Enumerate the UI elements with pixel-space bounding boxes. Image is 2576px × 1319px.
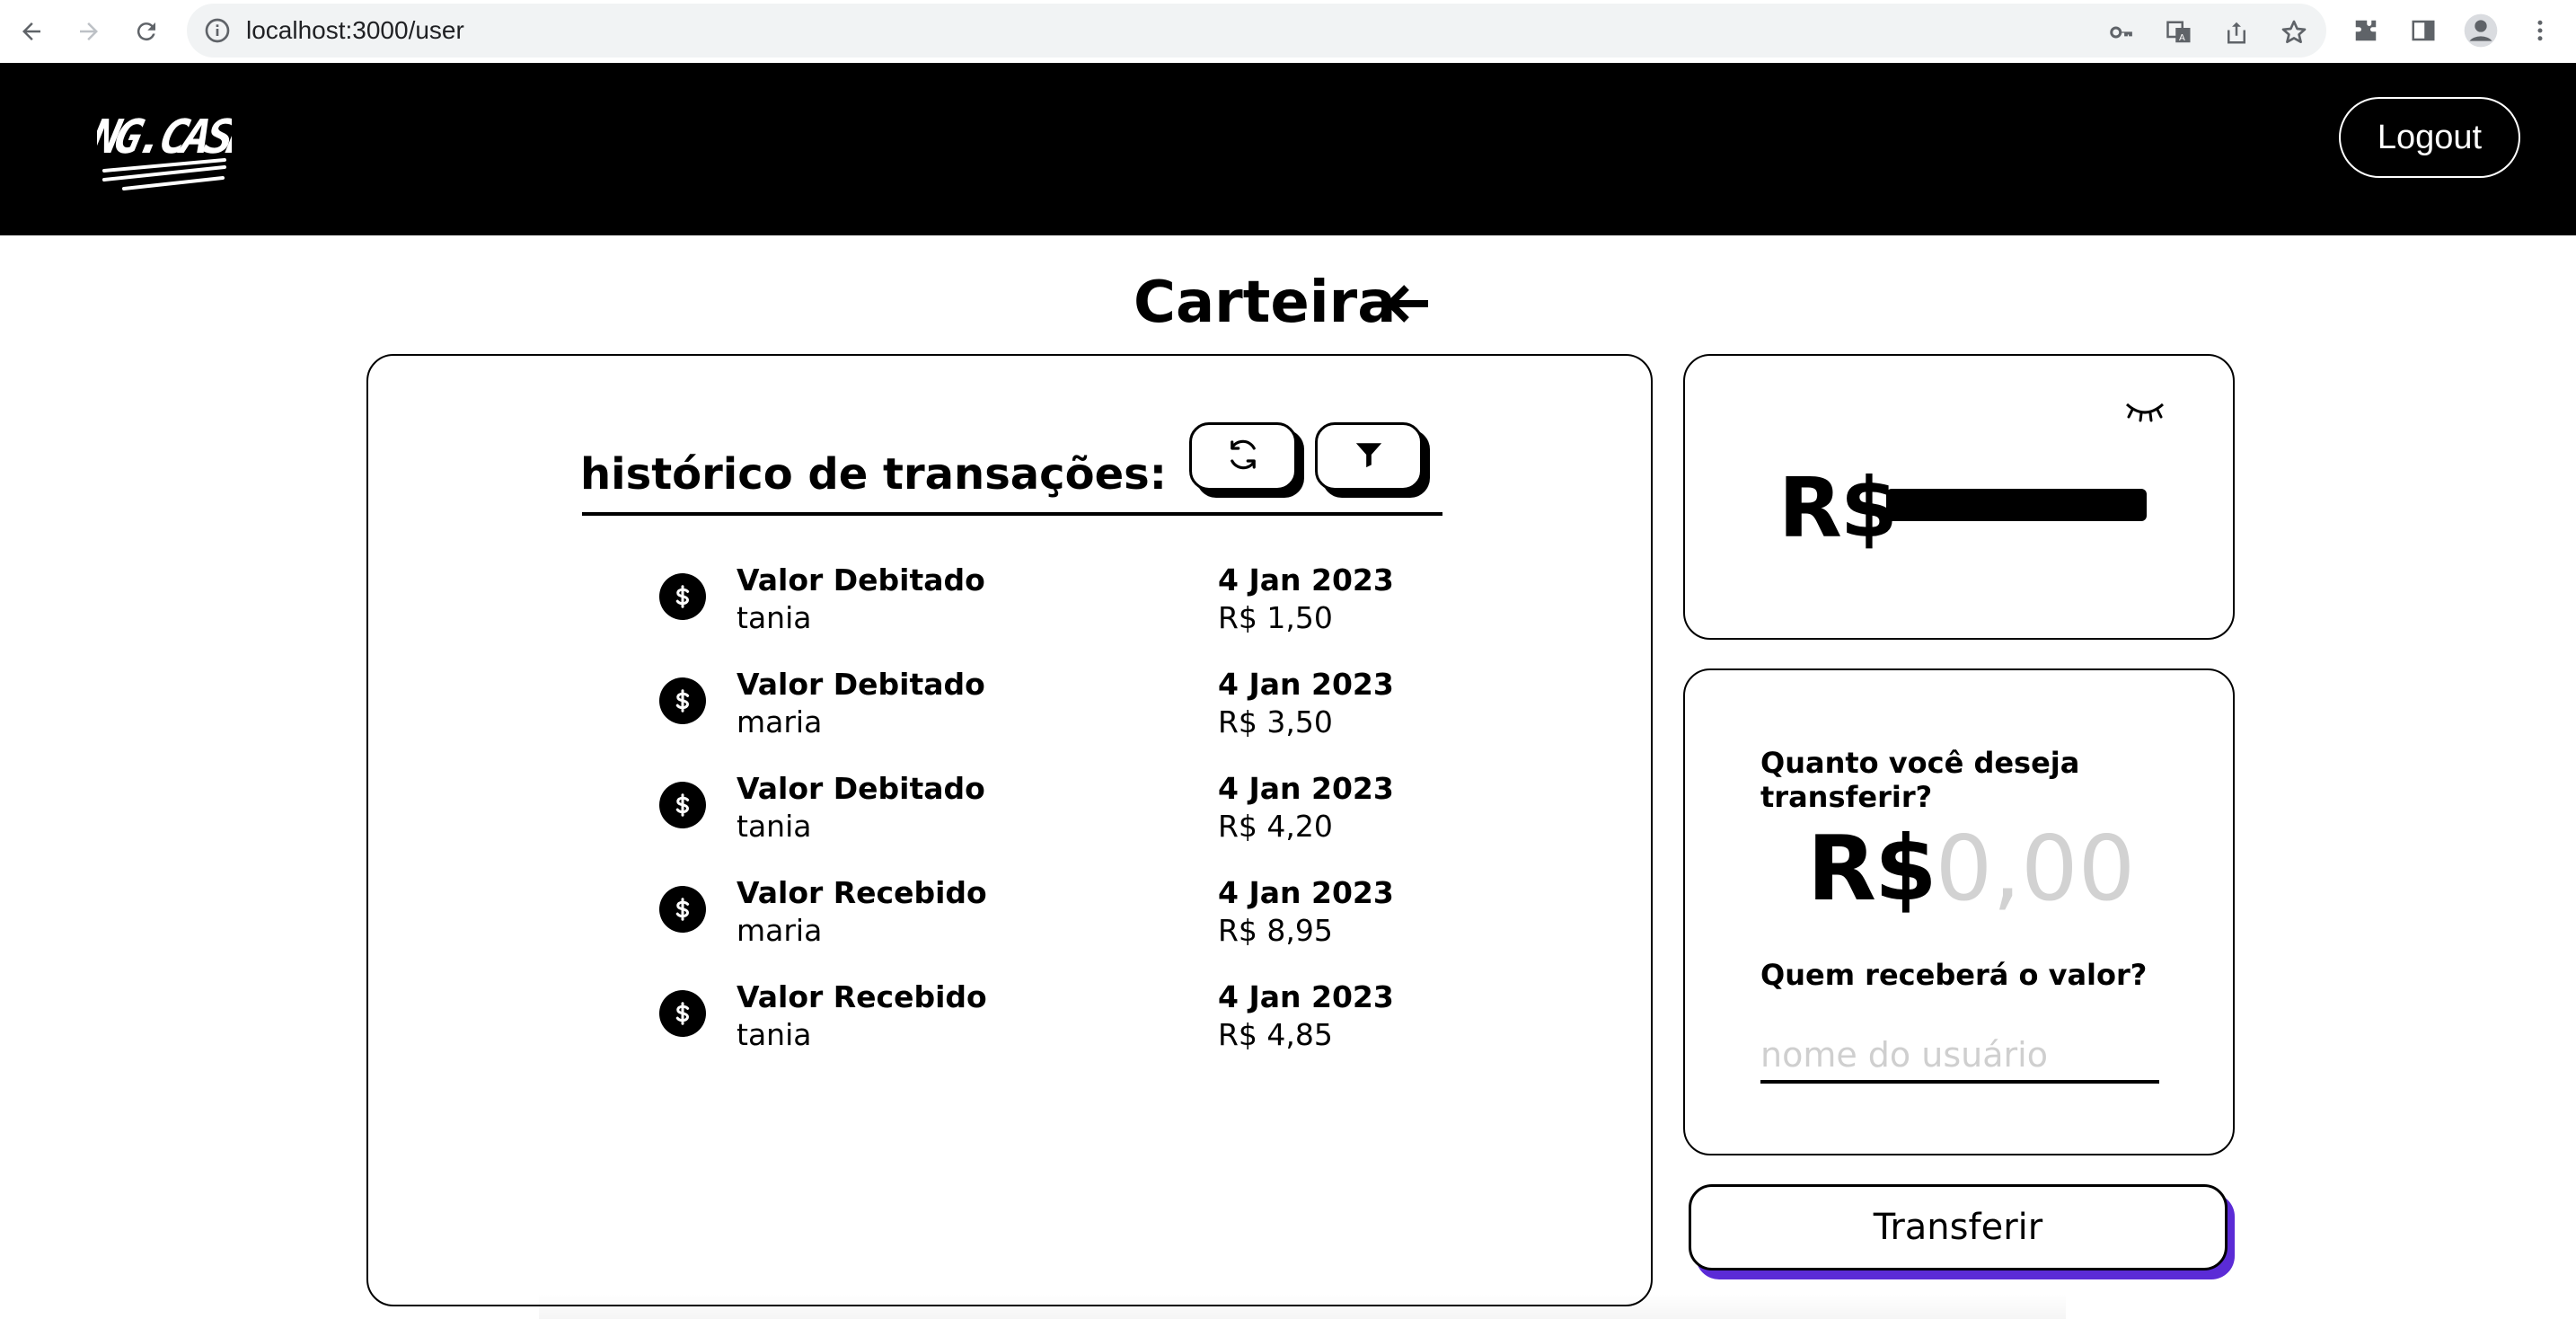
recipient-username-input[interactable] <box>1760 1030 2159 1084</box>
side-panel-icon[interactable] <box>2404 11 2443 50</box>
history-divider <box>582 512 1442 516</box>
transaction-type: Valor Recebido <box>737 875 987 910</box>
ngcash-logo[interactable]: NG.CASH <box>85 88 262 205</box>
extensions-puzzle-icon[interactable] <box>2346 11 2386 50</box>
transaction-user: tania <box>737 809 812 844</box>
transaction-amount: R$ 8,95 <box>1218 913 1333 948</box>
dollar-coin-icon <box>659 782 706 828</box>
amount-field-row: R$ <box>1807 816 2133 921</box>
transaction-user: tania <box>737 600 812 635</box>
app-header: NG.CASH Logout <box>0 63 2576 235</box>
dollar-coin-icon <box>659 677 706 724</box>
logout-button[interactable]: Logout <box>2339 97 2520 178</box>
share-icon[interactable] <box>2219 14 2254 50</box>
dollar-coin-icon <box>659 990 706 1037</box>
url-text: localhost:3000/user <box>246 16 464 44</box>
browser-menu-icon[interactable] <box>2520 11 2560 50</box>
bookmark-star-icon[interactable] <box>2276 14 2312 50</box>
scroll-fade <box>539 1294 2066 1319</box>
eye-closed-icon[interactable] <box>2123 397 2166 422</box>
transaction-type: Valor Debitado <box>737 562 985 598</box>
transaction-date: 4 Jan 2023 <box>1218 875 1394 910</box>
transaction-history-card: histórico de transações: Valor Debitado … <box>366 354 1653 1306</box>
balance-currency: R$ <box>1778 460 1898 556</box>
transaction-item[interactable]: Valor Debitado tania 4 Jan 2023 R$ 4,20 <box>659 767 1468 857</box>
amount-question-label: Quanto você deseja transferir? <box>1760 746 2080 814</box>
transaction-item[interactable]: Valor Recebido maria 4 Jan 2023 R$ 8,95 <box>659 872 1468 961</box>
transfer-button[interactable]: Transferir <box>1689 1184 2228 1270</box>
amount-currency: R$ <box>1807 816 1937 921</box>
transaction-date: 4 Jan 2023 <box>1218 562 1394 598</box>
transaction-amount: R$ 3,50 <box>1218 704 1333 739</box>
translate-icon[interactable]: A <box>2161 14 2197 50</box>
page-title: Carteira <box>1134 270 1397 336</box>
refresh-icon <box>1224 436 1262 478</box>
filter-funnel-icon <box>1354 439 1384 474</box>
transaction-amount: R$ 4,20 <box>1218 809 1333 844</box>
svg-text:A: A <box>2179 33 2185 43</box>
transaction-date: 4 Jan 2023 <box>1218 979 1394 1014</box>
transaction-date: 4 Jan 2023 <box>1218 771 1394 806</box>
svg-text:NG.CASH: NG.CASH <box>97 111 232 164</box>
transfer-card: Quanto você deseja transferir? R$ Quem r… <box>1683 668 2235 1155</box>
transaction-type: Valor Debitado <box>737 771 985 806</box>
balance-card: R$ <box>1683 354 2235 640</box>
transaction-user: maria <box>737 913 823 948</box>
refresh-button[interactable] <box>1189 422 1297 491</box>
dollar-coin-icon <box>659 886 706 933</box>
amount-input[interactable] <box>1935 816 2133 921</box>
key-icon[interactable] <box>2104 14 2139 50</box>
dollar-coin-icon <box>659 573 706 620</box>
arrow-left-icon[interactable] <box>1385 282 1432 325</box>
reload-icon[interactable] <box>126 11 167 52</box>
history-title: histórico de transações: <box>580 449 1167 500</box>
site-info-icon[interactable] <box>203 16 232 49</box>
transaction-item[interactable]: Valor Debitado tania 4 Jan 2023 R$ 1,50 <box>659 559 1468 649</box>
transaction-user: maria <box>737 704 823 739</box>
filter-button[interactable] <box>1315 422 1423 491</box>
forward-nav-icon[interactable] <box>68 11 110 52</box>
transaction-amount: R$ 1,50 <box>1218 600 1333 635</box>
address-bar[interactable]: localhost:3000/user A <box>187 4 2326 58</box>
hidden-balance-mask <box>1886 489 2147 521</box>
back-nav-icon[interactable] <box>11 11 52 52</box>
browser-toolbar: localhost:3000/user A <box>0 0 2576 63</box>
transaction-date: 4 Jan 2023 <box>1218 667 1394 702</box>
profile-avatar-icon[interactable] <box>2461 11 2501 50</box>
transaction-type: Valor Recebido <box>737 979 987 1014</box>
transaction-amount: R$ 4,85 <box>1218 1017 1333 1052</box>
transaction-type: Valor Debitado <box>737 667 985 702</box>
transaction-user: tania <box>737 1017 812 1052</box>
transaction-item[interactable]: Valor Recebido tania 4 Jan 2023 R$ 4,85 <box>659 976 1468 1066</box>
transaction-item[interactable]: Valor Debitado maria 4 Jan 2023 R$ 3,50 <box>659 663 1468 753</box>
recipient-question-label: Quem receberá o valor? <box>1760 958 2148 992</box>
